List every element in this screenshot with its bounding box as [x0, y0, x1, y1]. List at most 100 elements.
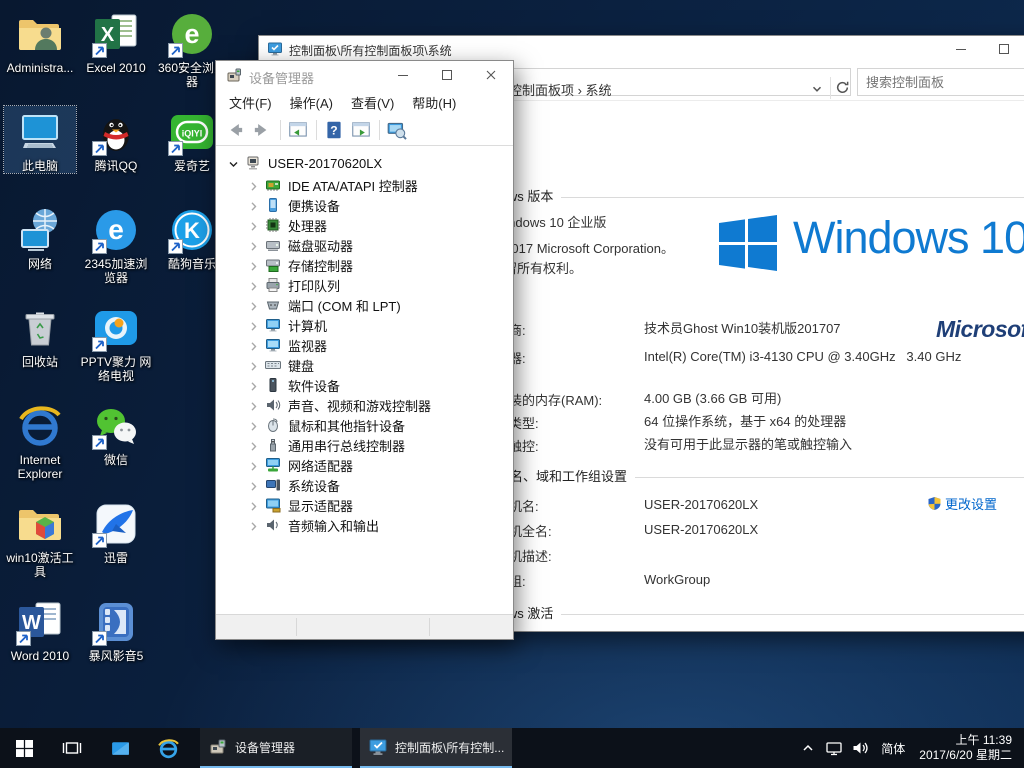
monitor-device-icon [265, 337, 281, 353]
tree-item-net[interactable]: 网络适配器 [216, 455, 513, 475]
ide-device-icon [265, 177, 281, 193]
desktop-icon-ie[interactable]: Internet Explorer [4, 400, 76, 482]
tree-item-label: 计算机 [288, 316, 327, 335]
properties-icon[interactable] [350, 119, 372, 141]
desktop-icon-xunlei[interactable]: 迅雷 [80, 498, 152, 565]
tree-item-sysdev[interactable]: 系统设备 [216, 475, 513, 495]
start-button[interactable] [0, 728, 48, 768]
internet-explorer-icon [157, 737, 180, 760]
tree-item-usb[interactable]: 通用串行总线控制器 [216, 435, 513, 455]
tree-item-port[interactable]: 端口 (COM 和 LPT) [216, 295, 513, 315]
desktop-icon-admin-folder[interactable]: Administra... [4, 8, 76, 75]
chevron-collapsed-icon[interactable] [248, 200, 259, 211]
chevron-collapsed-icon[interactable] [248, 500, 259, 511]
taskbar: 设备管理器 控制面板\所有控制... 简体 上午 11:39 2017/6/20… [0, 728, 1024, 768]
tree-item-ide[interactable]: IDE ATA/ATAPI 控制器 [216, 175, 513, 195]
chevron-collapsed-icon[interactable] [248, 480, 259, 491]
desktop-icon-win10-tool[interactable]: win10激活工具 [4, 498, 76, 580]
minimize-button[interactable] [939, 36, 982, 62]
desktop-icon-word[interactable]: WWord 2010 [4, 596, 76, 663]
svg-text:K: K [184, 218, 200, 243]
menu-item-2[interactable]: 查看(V) [342, 89, 403, 116]
chevron-collapsed-icon[interactable] [248, 340, 259, 351]
tree-item-sound[interactable]: 声音、视频和游戏控制器 [216, 395, 513, 415]
sysdev-device-icon [265, 477, 281, 493]
desktop-icon-storm[interactable]: 暴风影音5 [80, 596, 152, 663]
volume-tray-button[interactable] [847, 728, 873, 768]
chevron-collapsed-icon[interactable] [248, 320, 259, 331]
tray-overflow-button[interactable] [795, 728, 821, 768]
forward-icon[interactable] [251, 119, 273, 141]
menu-item-0[interactable]: 文件(F) [220, 89, 281, 116]
task-button-control-panel[interactable]: 控制面板\所有控制... [360, 728, 512, 768]
chevron-collapsed-icon[interactable] [248, 440, 259, 451]
close-button[interactable] [469, 61, 513, 89]
tree-item-label: 监视器 [288, 336, 327, 355]
desktop-icon-wechat[interactable]: 微信 [80, 400, 152, 467]
toolbar-separator [316, 120, 317, 140]
desktop-icon-pptv[interactable]: PPTV聚力 网络电视 [80, 302, 152, 384]
storm-icon [92, 598, 140, 646]
pinned-ie-button[interactable] [144, 728, 192, 768]
task-view-button[interactable] [48, 728, 96, 768]
desktop[interactable]: Administra...XExcel 2010e360安全浏览器此电脑腾讯QQ… [0, 0, 1024, 768]
status-separator [429, 618, 430, 636]
tree-item-printer[interactable]: 打印队列 [216, 275, 513, 295]
desktop-icon-excel[interactable]: XExcel 2010 [80, 8, 152, 75]
chevron-expanded-icon[interactable] [228, 158, 239, 169]
tree-item-monitor[interactable]: 监视器 [216, 335, 513, 355]
chevron-collapsed-icon[interactable] [248, 520, 259, 531]
desktop-icon-qq[interactable]: 腾讯QQ [80, 106, 152, 173]
search-input[interactable] [858, 69, 1024, 95]
pinned-this-pc-button[interactable] [96, 728, 144, 768]
tree-item-storage[interactable]: 存储控制器 [216, 255, 513, 275]
minimize-button[interactable] [381, 61, 425, 89]
back-icon[interactable] [224, 119, 246, 141]
menu-item-1[interactable]: 操作(A) [281, 89, 342, 116]
tree-item-disk[interactable]: 磁盘驱动器 [216, 235, 513, 255]
tree-item-audio[interactable]: 音频输入和输出 [216, 515, 513, 535]
desktop-icon-label: 此电脑 [4, 159, 76, 173]
maximize-button[interactable] [982, 36, 1024, 62]
chevron-collapsed-icon[interactable] [248, 240, 259, 251]
chevron-collapsed-icon[interactable] [248, 420, 259, 431]
tree-item-software[interactable]: 软件设备 [216, 375, 513, 395]
chevron-down-icon[interactable] [810, 82, 824, 96]
tree-item-computer[interactable]: 计算机 [216, 315, 513, 335]
tree-item-portable[interactable]: 便携设备 [216, 195, 513, 215]
desktop-icon-browser-2345[interactable]: e2345加速浏览器 [80, 204, 152, 286]
chevron-collapsed-icon[interactable] [248, 400, 259, 411]
refresh-icon[interactable] [835, 80, 850, 95]
chevron-collapsed-icon[interactable] [248, 300, 259, 311]
desktop-icon-network[interactable]: 网络 [4, 204, 76, 271]
shortcut-arrow-icon [168, 239, 183, 254]
section-windows-activation: Windows 激活 [471, 603, 1024, 622]
chevron-collapsed-icon[interactable] [248, 280, 259, 291]
desktop-icon-this-pc[interactable]: 此电脑 [4, 106, 76, 173]
desktop-icon-recycle-bin[interactable]: 回收站 [4, 302, 76, 369]
tree-item-keyboard[interactable]: 键盘 [216, 355, 513, 375]
task-button-device-manager[interactable]: 设备管理器 [200, 728, 352, 768]
scan-hardware-icon[interactable] [386, 119, 408, 141]
chevron-collapsed-icon[interactable] [248, 180, 259, 191]
tree-item-display[interactable]: 显示适配器 [216, 495, 513, 515]
tree-item-mouse[interactable]: 鼠标和其他指针设备 [216, 415, 513, 435]
maximize-button[interactable] [425, 61, 469, 89]
tree-item-root[interactable]: USER-20170620LX [216, 151, 513, 175]
tree-item-cpu[interactable]: 处理器 [216, 215, 513, 235]
chevron-collapsed-icon[interactable] [248, 380, 259, 391]
change-settings[interactable]: 更改设置 [927, 494, 997, 513]
taskbar-clock[interactable]: 上午 11:39 2017/6/20 星期二 [913, 728, 1024, 768]
input-method-indicator[interactable]: 简体 [873, 728, 913, 768]
section-rule [561, 197, 1024, 198]
chevron-collapsed-icon[interactable] [248, 460, 259, 471]
network-tray-button[interactable] [821, 728, 847, 768]
menu-item-3[interactable]: 帮助(H) [403, 89, 465, 116]
chevron-collapsed-icon[interactable] [248, 360, 259, 371]
device-manager-titlebar[interactable]: 设备管理器 [216, 61, 513, 89]
help-icon[interactable]: ? [323, 119, 345, 141]
control-panel-titlebar[interactable]: 控制面板\所有控制面板项\系统 [259, 36, 1024, 62]
show-console-tree-icon[interactable] [287, 119, 309, 141]
chevron-collapsed-icon[interactable] [248, 220, 259, 231]
chevron-collapsed-icon[interactable] [248, 260, 259, 271]
